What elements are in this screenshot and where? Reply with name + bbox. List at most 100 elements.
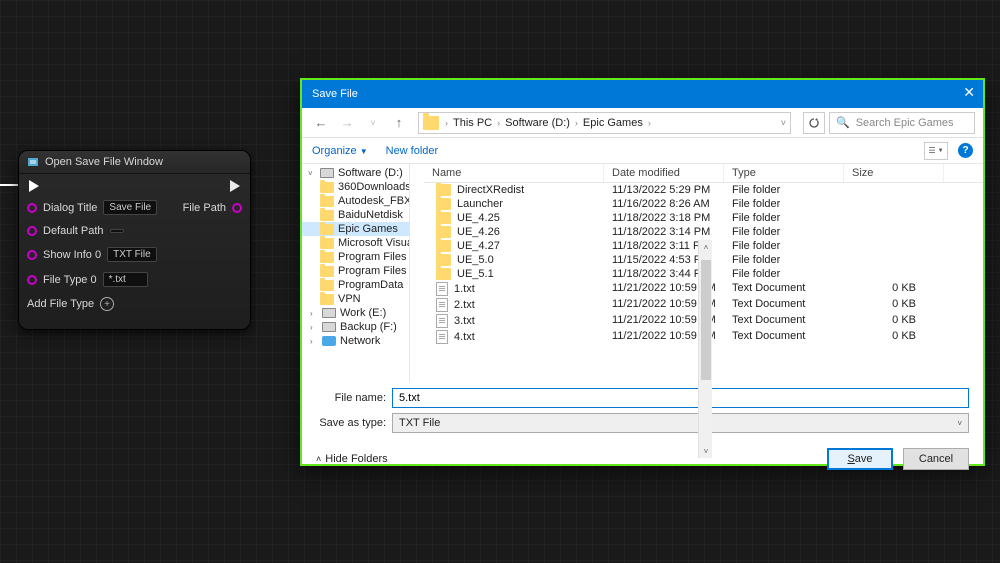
organize-menu[interactable]: Organize ▼ — [312, 145, 368, 157]
pin-default-path[interactable] — [27, 226, 37, 236]
tree-item[interactable]: Program Files — [302, 250, 409, 264]
saveas-type-select[interactable]: TXT File ˅ — [392, 413, 969, 433]
folder-icon — [320, 294, 334, 305]
column-date[interactable]: Date modified — [604, 164, 724, 182]
tree-item[interactable]: ˅Software (D:) — [302, 166, 409, 180]
input-show-info-0[interactable]: TXT File — [107, 247, 157, 262]
folder-icon — [320, 182, 334, 193]
text-file-icon — [436, 298, 448, 312]
pin-show-info-0[interactable] — [27, 250, 37, 260]
folder-tree[interactable]: ˅Software (D:)360DownloadsAutodesk_FBX_B… — [302, 164, 410, 382]
tree-item[interactable]: ProgramData — [302, 278, 409, 292]
file-date: 11/16/2022 8:26 AM — [604, 197, 724, 211]
file-size — [844, 267, 944, 281]
nav-recent-button[interactable]: ˅ — [362, 112, 384, 134]
column-size[interactable]: Size — [844, 164, 944, 182]
dialog-titlebar[interactable]: Save File ✕ — [302, 80, 983, 108]
column-type[interactable]: Type — [724, 164, 844, 182]
tree-item[interactable]: Epic Games — [302, 222, 409, 236]
input-file-type-0[interactable]: *.txt — [103, 272, 148, 287]
input-default-path[interactable] — [110, 229, 124, 233]
folder-icon — [436, 212, 451, 224]
file-date: 11/13/2022 5:29 PM — [604, 183, 724, 197]
column-name[interactable]: Name — [424, 164, 604, 182]
nav-up-button[interactable]: ↑ — [388, 112, 410, 134]
exec-pin-in[interactable] — [29, 180, 39, 192]
file-type: File folder — [724, 225, 844, 239]
file-row[interactable]: Launcher 11/16/2022 8:26 AMFile folder — [424, 197, 983, 211]
text-file-icon — [436, 330, 448, 344]
label-add-file-type: Add File Type — [27, 298, 94, 310]
refresh-button[interactable] — [803, 112, 825, 134]
tree-label: Program Files — [338, 251, 406, 263]
close-icon[interactable]: ✕ — [963, 84, 975, 101]
chevron-down-icon[interactable]: ˅ — [781, 118, 786, 128]
dialog-navbar: ← → ˅ ↑ › This PC › Software (D:) › Epic… — [302, 108, 983, 138]
blueprint-node-open-save-file-window[interactable]: Open Save File Window Dialog Title Save … — [18, 150, 251, 330]
nav-back-button[interactable]: ← — [310, 112, 332, 134]
label-dialog-title: Dialog Title — [43, 202, 97, 214]
tree-item[interactable]: › Backup (F:) — [302, 320, 409, 334]
tree-item[interactable]: ›Network — [302, 334, 409, 348]
tree-scrollbar[interactable]: ˄ ˅ — [698, 240, 712, 458]
node-body: Dialog Title Save File File Path Default… — [19, 174, 250, 329]
scroll-down-icon[interactable]: ˅ — [699, 444, 713, 458]
add-file-type-button[interactable]: + — [100, 297, 114, 311]
cancel-button[interactable]: Cancel — [903, 448, 969, 470]
tree-label: Network — [340, 335, 380, 347]
chevron-down-icon: ˄ — [316, 454, 321, 464]
tree-item[interactable]: ›Work (E:) — [302, 306, 409, 320]
help-icon[interactable]: ? — [958, 143, 973, 158]
tree-item[interactable]: 360Downloads — [302, 180, 409, 194]
breadcrumb-software-d[interactable]: Software (D:) — [502, 117, 573, 129]
node-title: Open Save File Window — [45, 156, 163, 168]
tree-item[interactable]: BaiduNetdisk — [302, 208, 409, 222]
tree-label: Backup (F:) — [340, 321, 397, 333]
file-row[interactable]: UE_4.2611/18/2022 3:14 PMFile folder — [424, 225, 983, 239]
scroll-thumb[interactable] — [701, 260, 711, 380]
save-button[interactable]: Save — [827, 448, 893, 470]
chevron-icon: ˅ — [308, 169, 316, 178]
tree-item[interactable]: Program Files ( — [302, 264, 409, 278]
search-input[interactable]: 🔍 Search Epic Games — [829, 112, 975, 134]
file-size: 0 KB — [844, 329, 944, 345]
file-type: File folder — [724, 183, 844, 197]
chevron-icon: › — [310, 323, 318, 332]
file-size: 0 KB — [844, 297, 944, 313]
tree-label: Epic Games — [338, 223, 398, 235]
file-type: File folder — [724, 267, 844, 281]
file-size — [844, 239, 944, 253]
file-row[interactable]: DirectXRedist11/13/2022 5:29 PMFile fold… — [424, 183, 983, 197]
hide-folders-toggle[interactable]: ˄ Hide Folders — [316, 453, 388, 465]
breadcrumb-this-pc[interactable]: This PC — [450, 117, 495, 129]
file-row[interactable]: UE_4.2511/18/2022 3:18 PMFile folder — [424, 211, 983, 225]
file-type: File folder — [724, 197, 844, 211]
nav-forward-button[interactable]: → — [336, 112, 358, 134]
input-dialog-title[interactable]: Save File — [103, 200, 157, 215]
tree-item[interactable]: Microsoft Visua — [302, 236, 409, 250]
exec-pin-out[interactable] — [230, 180, 240, 192]
file-name: 4.txt — [454, 331, 475, 343]
file-name: 2.txt — [454, 299, 475, 311]
file-name: Launcher — [457, 198, 503, 210]
tree-item[interactable]: VPN — [302, 292, 409, 306]
breadcrumb[interactable]: › This PC › Software (D:) › Epic Games ›… — [418, 112, 791, 134]
pin-file-path-out[interactable] — [232, 203, 242, 213]
text-file-icon — [436, 282, 448, 296]
tree-label: ProgramData — [338, 279, 403, 291]
scroll-up-icon[interactable]: ˄ — [699, 240, 713, 254]
filename-input[interactable] — [392, 388, 969, 408]
breadcrumb-epic-games[interactable]: Epic Games — [580, 117, 646, 129]
new-folder-button[interactable]: New folder — [386, 145, 439, 157]
node-header[interactable]: Open Save File Window — [19, 151, 250, 174]
folder-icon — [320, 252, 334, 263]
file-date: 11/18/2022 3:18 PM — [604, 211, 724, 225]
tree-label: Autodesk_FBX_ — [338, 195, 410, 207]
pin-file-type-0[interactable] — [27, 275, 37, 285]
folder-icon — [320, 168, 334, 178]
file-size: 0 KB — [844, 281, 944, 297]
file-list-header[interactable]: Name Date modified Type Size — [424, 164, 983, 183]
pin-dialog-title[interactable] — [27, 203, 37, 213]
view-options-button[interactable]: ☰ ▼ — [924, 142, 948, 160]
tree-item[interactable]: Autodesk_FBX_ — [302, 194, 409, 208]
